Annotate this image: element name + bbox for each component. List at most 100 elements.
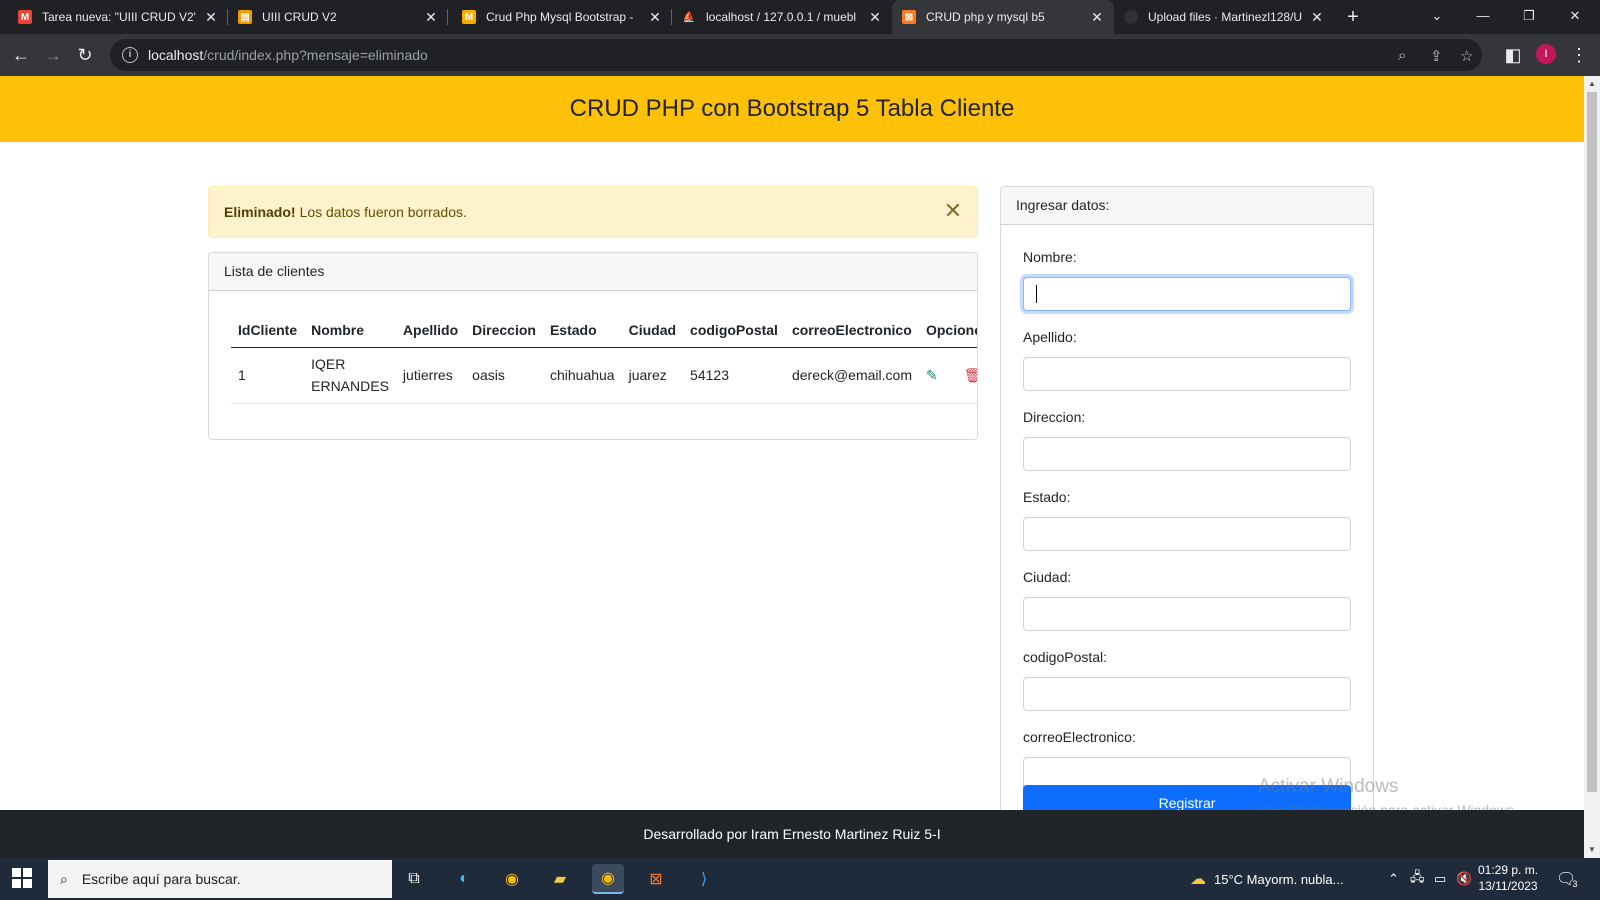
tab-title: UIII CRUD V2: [262, 10, 337, 24]
watermark-title: Activar Windows: [1258, 776, 1399, 797]
close-icon[interactable]: ✕: [943, 200, 963, 222]
close-icon[interactable]: ✕: [424, 9, 438, 26]
file-explorer-icon[interactable]: ▰: [544, 864, 576, 894]
card-header: Lista de clientes: [209, 253, 977, 291]
field-label: Estado:: [1023, 489, 1071, 505]
page-footer: Desarrollado por Iram Ernesto Martinez R…: [0, 810, 1584, 858]
page-scrollbar[interactable]: ▲ ▼: [1584, 76, 1600, 858]
column-header: Apellido: [395, 313, 466, 348]
chrome-icon[interactable]: ◉: [496, 864, 528, 894]
field-estado: Estado:: [1023, 489, 1351, 551]
close-icon[interactable]: ✕: [868, 9, 882, 26]
cell-direccion: oasis: [465, 347, 543, 404]
reload-icon[interactable]: ↻: [72, 42, 98, 68]
nombre-input[interactable]: [1023, 277, 1351, 311]
edge-icon[interactable]: ◐: [448, 864, 480, 894]
clients-list-card: Lista de clientes IdCliente Nombre Apell…: [208, 252, 978, 440]
apellido-input[interactable]: [1023, 357, 1351, 391]
field-codigo-postal: codigoPostal:: [1023, 649, 1351, 711]
scroll-down-arrow-icon[interactable]: ▼: [1584, 842, 1600, 858]
speaker-muted-icon[interactable]: 🔇: [1456, 858, 1472, 900]
page-viewport: CRUD PHP con Bootstrap 5 Tabla Cliente E…: [0, 76, 1584, 810]
xampp-icon: ⊠: [902, 10, 916, 24]
tab-search-chevron-icon[interactable]: ⌄: [1414, 0, 1460, 34]
address-bar[interactable]: i localhost/crud/index.php?mensaje=elimi…: [110, 39, 1482, 71]
column-header: correoElectronico: [784, 313, 919, 348]
profile-avatar[interactable]: I: [1536, 44, 1556, 64]
task-view-icon[interactable]: ⧉: [398, 864, 430, 894]
youtube-icon: M: [462, 10, 476, 24]
field-label: codigoPostal:: [1023, 649, 1108, 665]
weather-text: 15°C Mayorm. nubla...: [1214, 871, 1344, 887]
phpmyadmin-icon: ⛵: [682, 11, 696, 23]
share-icon[interactable]: ⇪: [1430, 47, 1443, 65]
chrome-profile-icon[interactable]: ◉: [592, 864, 624, 894]
client-form-card: Ingresar datos: Nombre: Apellido: Direcc…: [1000, 186, 1374, 810]
vscode-icon[interactable]: ⟩: [688, 864, 720, 894]
tray-chevron-icon[interactable]: ⌃: [1388, 858, 1399, 900]
scrollbar-thumb[interactable]: [1587, 92, 1597, 792]
field-direccion: Direccion:: [1023, 409, 1351, 471]
column-header: Estado: [542, 313, 622, 348]
tab-github[interactable]: Upload files · Martinezl128/U ✕: [1114, 0, 1334, 34]
field-label: Ciudad:: [1023, 569, 1072, 585]
cell-ciudad: juarez: [621, 347, 684, 404]
menu-dots-icon[interactable]: ⋮: [1566, 42, 1592, 68]
edit-icon[interactable]: ✎: [926, 367, 938, 383]
notifications-icon[interactable]: 🗨 3: [1556, 858, 1577, 900]
scroll-up-arrow-icon[interactable]: ▲: [1584, 76, 1600, 92]
tab-title: CRUD php y mysql b5: [926, 10, 1045, 24]
tab-title: Upload files · Martinezl128/U: [1148, 10, 1302, 24]
tab-phpmyadmin[interactable]: ⛵ localhost / 127.0.0.1 / muebl ✕: [672, 0, 892, 34]
network-icon[interactable]: 🖧: [1410, 858, 1425, 900]
column-header: Ciudad: [621, 313, 684, 348]
search-placeholder: Escribe aquí para buscar.: [81, 871, 241, 887]
taskbar-search-input[interactable]: ⌕ Escribe aquí para buscar.: [48, 860, 392, 898]
side-panel-icon[interactable]: ◧: [1500, 42, 1526, 68]
direccion-input[interactable]: [1023, 437, 1351, 471]
browser-toolbar: ← → ↻ i localhost/crud/index.php?mensaje…: [0, 34, 1600, 76]
tab-youtube[interactable]: M Crud Php Mysql Bootstrap - ✕: [452, 0, 672, 34]
close-icon[interactable]: ✕: [1090, 9, 1104, 26]
alert-strong: Eliminado!: [224, 204, 296, 220]
tab-title: Crud Php Mysql Bootstrap -: [486, 10, 634, 24]
system-clock[interactable]: 01:29 p. m. 13/11/2023: [1478, 862, 1538, 894]
alert-text: Los datos fueron borrados.: [299, 204, 467, 220]
info-icon[interactable]: i: [122, 47, 138, 63]
new-tab-button[interactable]: +: [1340, 4, 1366, 30]
codigo-postal-input[interactable]: [1023, 677, 1351, 711]
tab-title: Tarea nueva: "UIII CRUD V2": [42, 10, 196, 24]
tab-classroom[interactable]: ▤ UIII CRUD V2 ✕: [228, 0, 448, 34]
restore-button[interactable]: ❐: [1506, 0, 1552, 34]
trash-icon[interactable]: 🗑: [964, 367, 977, 383]
windows-taskbar: ⌕ Escribe aquí para buscar. ⧉ ◐ ◉ ▰ ◉ ⊠ …: [0, 858, 1600, 900]
column-header: codigoPostal: [683, 313, 785, 348]
ciudad-input[interactable]: [1023, 597, 1351, 631]
clients-table: IdCliente Nombre Apellido Direccion Esta…: [231, 313, 977, 404]
field-label: Nombre:: [1023, 249, 1077, 265]
windows-start-icon[interactable]: [12, 868, 34, 890]
card-header: Ingresar datos:: [1001, 187, 1373, 225]
column-header: Direccion: [465, 313, 543, 348]
battery-icon[interactable]: ▭: [1434, 858, 1446, 900]
forward-arrow-icon[interactable]: →: [40, 42, 66, 68]
cell-correo: dereck@email.com: [784, 347, 919, 404]
back-arrow-icon[interactable]: ←: [8, 42, 34, 68]
window-close-button[interactable]: ✕: [1552, 0, 1598, 34]
zoom-icon[interactable]: ⌕: [1398, 47, 1406, 64]
xampp-taskbar-icon[interactable]: ⊠: [640, 864, 672, 894]
tab-gmail[interactable]: M Tarea nueva: "UIII CRUD V2" ✕: [8, 0, 228, 34]
table-row: 1 IQER ERNANDES jutierres oasis chihuahu…: [231, 347, 977, 404]
bookmark-star-icon[interactable]: ☆: [1460, 47, 1473, 65]
column-header: IdCliente: [231, 313, 305, 348]
close-icon[interactable]: ✕: [1310, 9, 1324, 26]
cell-estado: chihuahua: [542, 347, 622, 404]
close-icon[interactable]: ✕: [204, 9, 218, 26]
tab-crud[interactable]: ⊠ CRUD php y mysql b5 ✕: [892, 0, 1114, 34]
weather-widget[interactable]: ☁ 15°C Mayorm. nubla...: [1190, 858, 1343, 900]
minimize-button[interactable]: —: [1460, 0, 1506, 34]
client-form: Nombre: Apellido: Direccion: Estado: Ciu…: [1001, 225, 1373, 807]
github-icon: [1124, 10, 1138, 24]
close-icon[interactable]: ✕: [648, 9, 662, 26]
estado-input[interactable]: [1023, 517, 1351, 551]
